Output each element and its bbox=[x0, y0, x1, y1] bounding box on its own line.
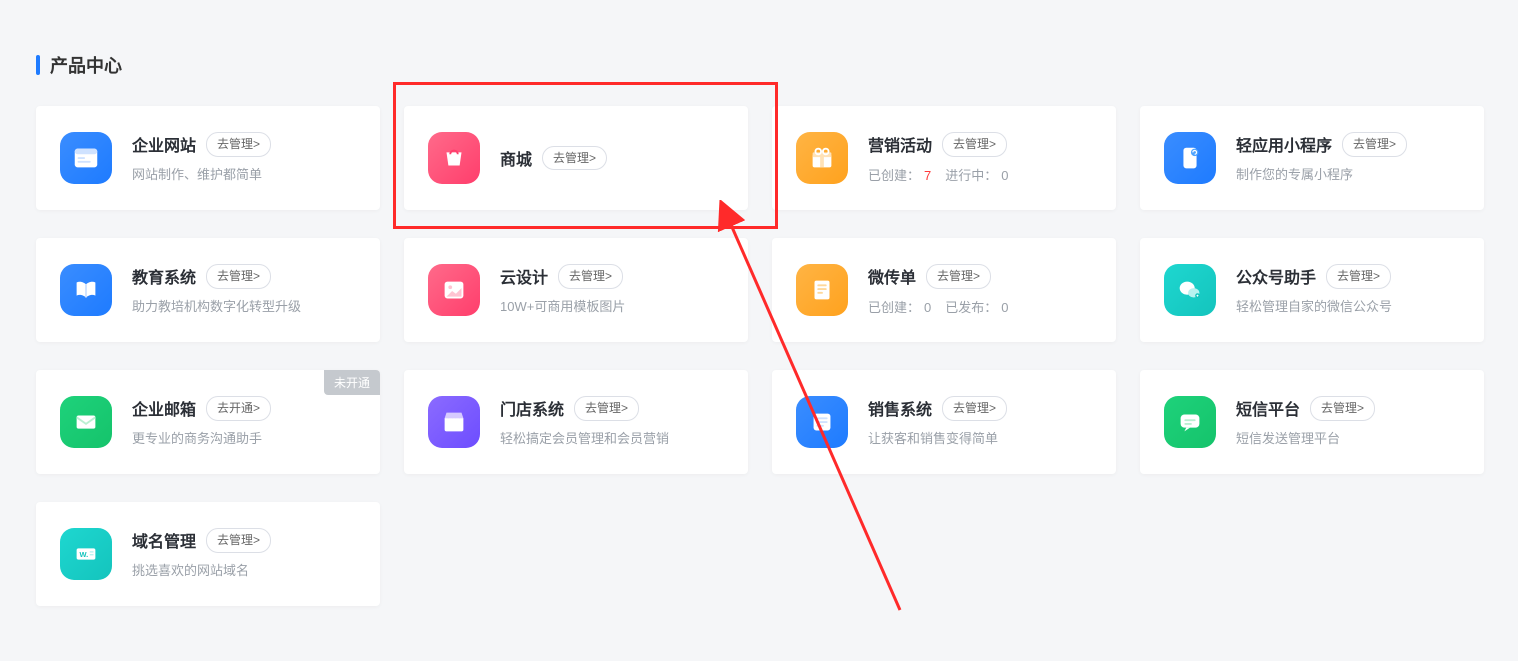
card-wechat-helper[interactable]: 公众号助手 去管理> 轻松管理自家的微信公众号 bbox=[1140, 238, 1484, 342]
card-desc: 10W+可商用模板图片 bbox=[500, 297, 724, 317]
manage-button[interactable]: 去管理> bbox=[542, 146, 607, 171]
card-title: 企业网站 bbox=[132, 132, 196, 156]
manage-button[interactable]: 去管理> bbox=[1342, 132, 1407, 157]
card-title: 门店系统 bbox=[500, 396, 564, 420]
manage-button[interactable]: 去管理> bbox=[926, 264, 991, 289]
list-icon bbox=[796, 396, 848, 448]
manage-button[interactable]: 去管理> bbox=[206, 264, 271, 289]
section-header: 产品中心 bbox=[0, 0, 1518, 106]
card-desc: 网站制作、维护都简单 bbox=[132, 165, 356, 185]
svg-text:W.: W. bbox=[79, 550, 88, 559]
card-desc: 让获客和销售变得简单 bbox=[868, 429, 1092, 449]
manage-button[interactable]: 去管理> bbox=[942, 132, 1007, 157]
card-enterprise-mail[interactable]: 未开通 企业邮箱 去开通> 更专业的商务沟通助手 bbox=[36, 370, 380, 474]
card-education[interactable]: 教育系统 去管理> 助力教培机构数字化转型升级 bbox=[36, 238, 380, 342]
product-grid: 企业网站 去管理> 网站制作、维护都简单 商城 去管理> bbox=[0, 106, 1518, 606]
card-desc: 更专业的商务沟通助手 bbox=[132, 429, 356, 449]
manage-button[interactable]: 去管理> bbox=[1326, 264, 1391, 289]
card-desc: 挑选喜欢的网站域名 bbox=[132, 561, 356, 581]
image-icon bbox=[428, 264, 480, 316]
card-title: 销售系统 bbox=[868, 396, 932, 420]
book-icon bbox=[60, 264, 112, 316]
manage-button[interactable]: 去管理> bbox=[1310, 396, 1375, 421]
wechat-icon bbox=[1164, 264, 1216, 316]
card-domain[interactable]: W. 域名管理 去管理> 挑选喜欢的网站域名 bbox=[36, 502, 380, 606]
card-marketing[interactable]: 营销活动 去管理> 已创建：7 进行中：0 bbox=[772, 106, 1116, 210]
card-title: 公众号助手 bbox=[1236, 264, 1316, 288]
card-title: 微传单 bbox=[868, 264, 916, 288]
card-shop[interactable]: 商城 去管理> bbox=[404, 106, 748, 210]
card-title: 企业邮箱 bbox=[132, 396, 196, 420]
card-desc: 制作您的专属小程序 bbox=[1236, 165, 1460, 185]
card-title: 短信平台 bbox=[1236, 396, 1300, 420]
card-desc: 短信发送管理平台 bbox=[1236, 429, 1460, 449]
miniprogram-icon bbox=[1164, 132, 1216, 184]
section-title: 产品中心 bbox=[50, 52, 122, 78]
card-title: 轻应用小程序 bbox=[1236, 132, 1332, 156]
website-icon bbox=[60, 132, 112, 184]
card-flyer[interactable]: 微传单 去管理> 已创建：0 已发布：0 bbox=[772, 238, 1116, 342]
card-desc: 轻松管理自家的微信公众号 bbox=[1236, 297, 1460, 317]
domain-icon: W. bbox=[60, 528, 112, 580]
store-icon bbox=[428, 396, 480, 448]
card-cloud-design[interactable]: 云设计 去管理> 10W+可商用模板图片 bbox=[404, 238, 748, 342]
header-bar-icon bbox=[36, 55, 40, 75]
card-store-system[interactable]: 门店系统 去管理> 轻松搞定会员管理和会员营销 bbox=[404, 370, 748, 474]
manage-button[interactable]: 去管理> bbox=[558, 264, 623, 289]
card-desc: 轻松搞定会员管理和会员营销 bbox=[500, 429, 724, 449]
card-title: 域名管理 bbox=[132, 528, 196, 552]
card-stats: 已创建：7 进行中：0 bbox=[868, 165, 1092, 184]
manage-button[interactable]: 去管理> bbox=[942, 396, 1007, 421]
card-miniprogram[interactable]: 轻应用小程序 去管理> 制作您的专属小程序 bbox=[1140, 106, 1484, 210]
card-title: 云设计 bbox=[500, 264, 548, 288]
mail-icon bbox=[60, 396, 112, 448]
card-title: 营销活动 bbox=[868, 132, 932, 156]
manage-button[interactable]: 去管理> bbox=[206, 132, 271, 157]
card-stats: 已创建：0 已发布：0 bbox=[868, 297, 1092, 316]
inactive-badge: 未开通 bbox=[324, 370, 380, 395]
sms-icon bbox=[1164, 396, 1216, 448]
card-sms-platform[interactable]: 短信平台 去管理> 短信发送管理平台 bbox=[1140, 370, 1484, 474]
card-sales-system[interactable]: 销售系统 去管理> 让获客和销售变得简单 bbox=[772, 370, 1116, 474]
manage-button[interactable]: 去管理> bbox=[206, 528, 271, 553]
activate-button[interactable]: 去开通> bbox=[206, 396, 271, 421]
card-desc: 助力教培机构数字化转型升级 bbox=[132, 297, 356, 317]
manage-button[interactable]: 去管理> bbox=[574, 396, 639, 421]
card-title: 教育系统 bbox=[132, 264, 196, 288]
gift-icon bbox=[796, 132, 848, 184]
card-enterprise-website[interactable]: 企业网站 去管理> 网站制作、维护都简单 bbox=[36, 106, 380, 210]
shopping-bag-icon bbox=[428, 132, 480, 184]
card-title: 商城 bbox=[500, 146, 532, 170]
flyer-icon bbox=[796, 264, 848, 316]
